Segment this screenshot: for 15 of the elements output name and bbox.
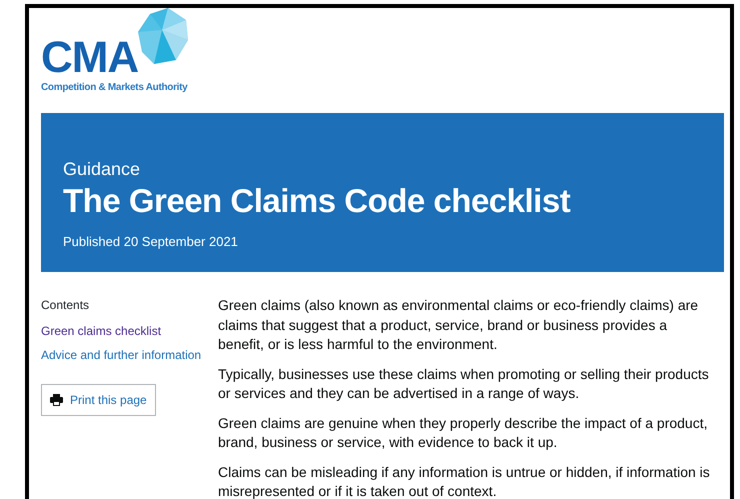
published-date: Published 20 September 2021 bbox=[63, 233, 239, 252]
body-paragraph: Green claims (also known as environmental claims or eco-friendly claims) are claims that suggest that a product, service, brand or business provides a benefit, or is less harmful to the environment. bbox=[218, 296, 700, 354]
logo-hexagon-icon bbox=[136, 8, 188, 66]
body-paragraph: Typically, businesses use these claims when promoting or selling their products or services and they can be advertised in a range of ways. bbox=[218, 364, 710, 403]
print-button[interactable]: Print this page bbox=[41, 384, 156, 416]
contents-heading: Contents bbox=[41, 297, 90, 314]
page-caption: Guidance bbox=[63, 159, 142, 181]
printer-icon bbox=[50, 394, 63, 406]
logo-name: Competition & Markets Authority bbox=[41, 81, 188, 95]
body-paragraph: Green claims are genuine when they properly describe the impact of a product, brand, business or service, with evidence to back it up. bbox=[218, 414, 708, 452]
contents-link[interactable]: Green claims checklist bbox=[41, 322, 218, 340]
logo-acronym: CMA bbox=[41, 36, 138, 80]
contents-link[interactable]: Advice and further information bbox=[41, 346, 218, 364]
body-paragraph: Claims can be misleading if any information is untrue or hidden, if information is misrepresented or if it is taken out of context. bbox=[218, 462, 711, 499]
page-title: The Green Claims Code checklist bbox=[63, 180, 572, 220]
